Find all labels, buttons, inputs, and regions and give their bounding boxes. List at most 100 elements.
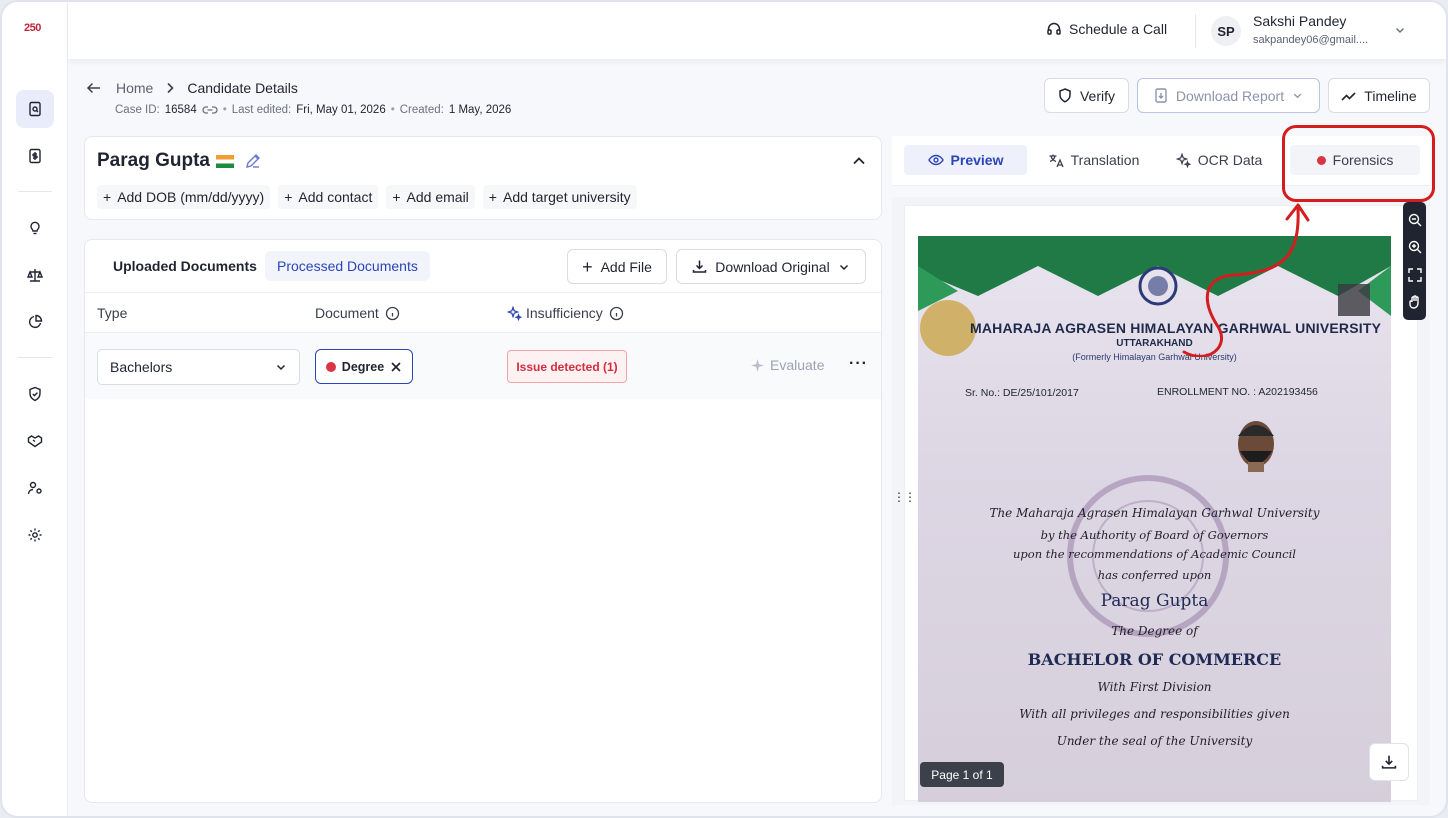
tab-ocr-data-label: OCR Data (1197, 152, 1263, 168)
certificate-image: MAHARAJA AGRASEN HIMALAYAN GARHWAL UNIVE… (918, 236, 1391, 802)
column-document-label: Document (315, 305, 379, 321)
evaluate-button[interactable]: Evaluate (751, 357, 824, 373)
column-type: Type (97, 305, 128, 321)
add-file-button[interactable]: + Add File (567, 249, 667, 284)
india-flag-icon (215, 154, 234, 168)
sidebar-item-billing[interactable] (16, 137, 54, 175)
translate-icon (1049, 154, 1064, 167)
app-logo[interactable]: 250 (24, 22, 41, 34)
column-insufficiency-label: Insufficiency (526, 305, 603, 321)
zoom-out-icon[interactable] (1408, 213, 1422, 227)
document-search-icon (29, 101, 41, 117)
tab-uploaded-documents[interactable]: Uploaded Documents (101, 251, 269, 281)
add-file-label: Add File (600, 258, 652, 275)
shield-check-icon (29, 386, 41, 402)
handshake-icon (27, 435, 43, 448)
tab-translation[interactable]: Translation (1037, 145, 1150, 175)
scales-icon (27, 269, 43, 282)
page-indicator: Page 1 of 1 (920, 762, 1004, 787)
chevron-up-icon[interactable] (851, 153, 867, 169)
column-document: Document (315, 305, 400, 321)
top-bar: Schedule a Call SP Sakshi Pandey sakpand… (68, 2, 1446, 60)
sidebar-item-reports[interactable] (16, 303, 54, 341)
gear-icon (28, 528, 42, 542)
certificate-line-1: The Maharaja Agrasen Himalayan Garhwal U… (989, 506, 1320, 520)
info-icon[interactable] (609, 306, 624, 321)
more-options-icon[interactable]: ··· (849, 355, 868, 373)
add-dob-button[interactable]: + Add DOB (mm/dd/yyyy) (97, 185, 271, 209)
sidebar-item-documents[interactable] (16, 90, 54, 128)
table-row: Bachelors Degree Issue detected (1) Eval… (85, 333, 881, 399)
sidebar-item-insights[interactable] (16, 209, 54, 247)
certificate-division: With First Division (1097, 680, 1212, 694)
chevron-down-icon[interactable] (1394, 24, 1406, 36)
add-university-button[interactable]: + Add target university (482, 185, 637, 209)
fit-screen-icon[interactable] (1407, 268, 1422, 282)
breadcrumb: Home Candidate Details (86, 80, 298, 96)
schedule-call-button[interactable]: Schedule a Call (1046, 21, 1167, 37)
sidebar: 250 (2, 2, 68, 816)
zoom-in-icon[interactable] (1408, 240, 1422, 254)
timeline-button[interactable]: Timeline (1328, 78, 1430, 113)
sidebar-item-users[interactable] (16, 469, 54, 507)
user-settings-icon (27, 481, 42, 495)
add-contact-button[interactable]: + Add contact (278, 185, 379, 209)
schedule-call-label: Schedule a Call (1069, 21, 1168, 37)
avatar[interactable]: SP (1211, 16, 1241, 46)
close-icon[interactable] (390, 361, 402, 373)
sidebar-item-settings[interactable] (16, 516, 54, 554)
chevron-down-icon (276, 364, 286, 371)
timeline-label: Timeline (1364, 87, 1417, 104)
candidate-card: Parag Gupta + Add DOB (mm/dd/yyyy) + Add c… (84, 136, 882, 220)
edit-pencil-icon[interactable] (244, 152, 262, 170)
chevron-down-icon (839, 264, 848, 270)
certificate-line-3: upon the recommendations of Academic Cou… (1013, 547, 1296, 561)
download-icon (1381, 755, 1397, 769)
plus-icon: + (392, 189, 401, 205)
annotation-highlight (1282, 125, 1435, 202)
certificate-line-4: has conferred upon (1097, 568, 1212, 582)
app-window: 250 Schedule a Call SP Sakshi Pandey sak… (0, 0, 1448, 818)
certificate-enrollment: ENROLLMENT NO. : A202193456 (1157, 386, 1318, 398)
pie-chart-icon (28, 314, 43, 329)
case-id: 16584 (164, 104, 197, 116)
back-arrow-icon[interactable] (86, 80, 102, 96)
tab-preview[interactable]: Preview (904, 145, 1027, 175)
candidate-add-actions: + Add DOB (mm/dd/yyyy) + Add contact + Add … (97, 185, 637, 209)
document-type-select[interactable]: Bachelors (97, 349, 300, 385)
column-insufficiency: Insufficiency (507, 305, 624, 321)
link-icon[interactable] (202, 105, 218, 115)
issue-badge[interactable]: Issue detected (1) (507, 350, 627, 383)
add-dob-label: Add DOB (mm/dd/yyyy) (117, 189, 265, 205)
verify-button[interactable]: Verify (1044, 78, 1129, 113)
download-document-button[interactable] (1369, 743, 1409, 781)
pan-hand-icon[interactable] (1408, 295, 1422, 309)
document-chip[interactable]: Degree (315, 349, 413, 384)
certificate-degree: BACHELOR OF COMMERCE (1027, 650, 1282, 669)
certificate-serial: Sr. No.: DE/25/101/2017 (965, 387, 1079, 399)
resize-handle-icon[interactable]: ⋮⋮ (893, 491, 916, 503)
headset-icon (1047, 22, 1061, 35)
evaluate-label: Evaluate (770, 357, 825, 373)
sidebar-item-partners[interactable] (16, 422, 54, 460)
chevron-right-icon (167, 82, 174, 94)
certificate-seal-line: Under the seal of the University (1056, 734, 1253, 748)
eye-icon (927, 154, 944, 166)
tab-ocr-data[interactable]: OCR Data (1166, 145, 1272, 175)
certificate-recipient: Parag Gupta (1100, 591, 1209, 611)
certificate-privileges: With all privileges and responsibilities… (1019, 707, 1290, 721)
tab-preview-label: Preview (950, 152, 1004, 168)
certificate-state: UTTARAKHAND (1116, 338, 1193, 349)
info-icon[interactable] (385, 306, 400, 321)
candidate-name-row: Parag Gupta (97, 150, 262, 172)
breadcrumb-home[interactable]: Home (116, 80, 153, 96)
add-email-button[interactable]: + Add email (386, 185, 475, 209)
sidebar-item-verification[interactable] (16, 375, 54, 413)
download-report-button[interactable]: Download Report (1137, 78, 1320, 113)
download-original-button[interactable]: Download Original (676, 249, 866, 284)
sidebar-item-compliance[interactable] (16, 256, 54, 294)
download-icon (693, 260, 707, 273)
tab-processed-documents[interactable]: Processed Documents (265, 251, 430, 281)
last-edited-label: Last edited: (231, 104, 292, 116)
add-email-label: Add email (406, 189, 469, 205)
